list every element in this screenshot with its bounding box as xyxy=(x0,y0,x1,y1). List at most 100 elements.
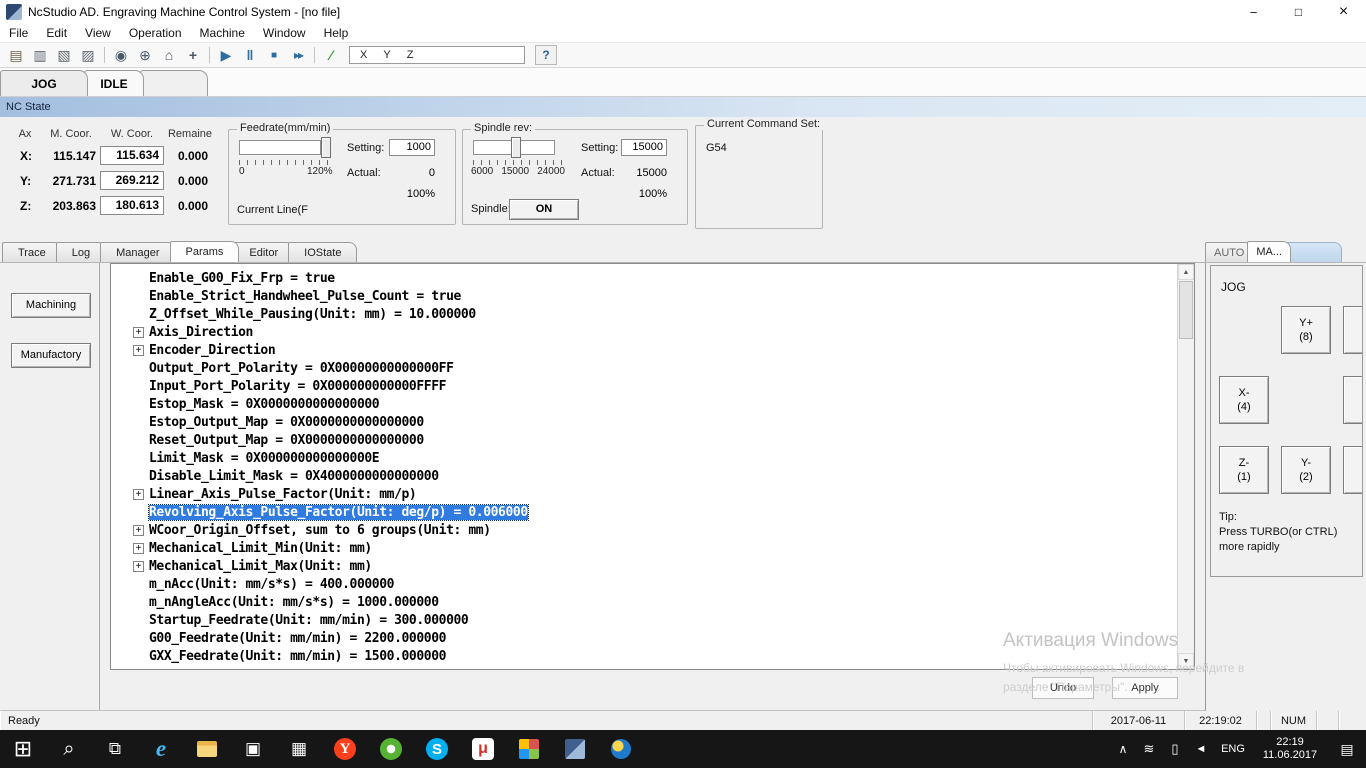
taskbar-item[interactable]: Y xyxy=(322,730,368,768)
panel-tab[interactable]: Trace xyxy=(2,242,62,262)
handwheel-icon[interactable]: ◉ xyxy=(109,44,133,66)
action-center-icon[interactable]: ▤ xyxy=(1328,730,1366,768)
panel-tab[interactable]: IOState xyxy=(288,242,358,262)
feedrate-slider-track[interactable] xyxy=(239,140,321,155)
param-row[interactable]: Linear_Axis_Pulse_Factor(Unit: mm/p) xyxy=(111,485,1194,503)
expand-plus-icon[interactable] xyxy=(133,344,144,356)
feedrate-setting-input[interactable]: 1000 xyxy=(389,139,435,156)
param-row[interactable]: Reset_Output_Map = 0X0000000000000000 xyxy=(111,431,1194,449)
undo-button[interactable]: Undo xyxy=(1032,677,1094,699)
taskbar-item[interactable]: ⌕ xyxy=(46,730,92,768)
taskbar-item[interactable] xyxy=(598,730,644,768)
scroll-down-icon[interactable] xyxy=(1178,653,1194,669)
origin-icon[interactable]: ⊕ xyxy=(133,44,157,66)
jog-x-minus-button[interactable]: X- (4) xyxy=(1219,376,1269,424)
jog-clipped-button[interactable] xyxy=(1343,446,1362,494)
open-file-icon[interactable]: ▤ xyxy=(4,44,28,66)
tab-jog-mode[interactable]: JOG xyxy=(0,70,88,96)
menu-item[interactable]: Window xyxy=(254,24,315,42)
panel-tab[interactable]: Params xyxy=(169,241,240,262)
maximize-button[interactable] xyxy=(1276,0,1321,24)
taskbar-item[interactable]: e xyxy=(138,730,184,768)
expand-plus-icon[interactable] xyxy=(133,560,144,572)
tab-auto[interactable]: AUTO xyxy=(1205,242,1254,262)
param-row[interactable]: Revolving_Axis_Pulse_Factor(Unit: deg/p)… xyxy=(111,503,1194,521)
taskbar-item[interactable] xyxy=(552,730,598,768)
param-row[interactable]: Estop_Output_Map = 0X0000000000000000 xyxy=(111,413,1194,431)
slash-icon[interactable]: ∕ xyxy=(319,44,343,66)
jog-clipped-button[interactable] xyxy=(1343,306,1362,354)
menu-item[interactable]: Machine xyxy=(191,24,254,42)
panel-tab[interactable]: Manager xyxy=(100,242,176,262)
spindle-slider-thumb[interactable] xyxy=(511,137,521,158)
jog-y-plus-button[interactable]: Y+ (8) xyxy=(1281,306,1331,354)
work-coordinate-box[interactable]: 269.212 xyxy=(100,171,164,190)
jog-y-minus-button[interactable]: Y- (2) xyxy=(1281,446,1331,494)
minimize-button[interactable] xyxy=(1231,0,1276,24)
spindle-setting-input[interactable]: 15000 xyxy=(621,139,667,156)
taskbar-item[interactable]: S xyxy=(414,730,460,768)
param-row[interactable]: Enable_Strict_Handwheel_Pulse_Count = tr… xyxy=(111,287,1194,305)
taskbar-item[interactable]: ▦ xyxy=(276,730,322,768)
feedrate-slider-thumb[interactable] xyxy=(321,137,331,158)
tab-manual[interactable]: MA... xyxy=(1247,241,1292,262)
expand-plus-icon[interactable] xyxy=(133,326,144,338)
taskbar-item[interactable]: μ xyxy=(460,730,506,768)
work-coordinate-box[interactable]: 115.634 xyxy=(100,146,164,165)
expand-plus-icon[interactable] xyxy=(133,542,144,554)
jog-clipped-button[interactable] xyxy=(1343,376,1362,424)
taskbar-item[interactable]: ⊞ xyxy=(0,730,46,768)
scroll-up-icon[interactable] xyxy=(1178,264,1194,280)
language-indicator[interactable]: ENG xyxy=(1214,743,1252,755)
param-row[interactable]: m_nAngleAcc(Unit: mm/s*s) = 1000.000000 xyxy=(111,593,1194,611)
param-row[interactable]: Z_Offset_While_Pausing(Unit: mm) = 10.00… xyxy=(111,305,1194,323)
stop-button[interactable]: ■ xyxy=(262,44,286,66)
jog-z-minus-button[interactable]: Z- (1) xyxy=(1219,446,1269,494)
tray-item[interactable]: ◄ xyxy=(1188,730,1214,768)
menu-item[interactable]: View xyxy=(76,24,120,42)
menu-item[interactable]: Edit xyxy=(37,24,76,42)
taskbar-item[interactable] xyxy=(184,730,230,768)
param-row[interactable]: Input_Port_Polarity = 0X000000000000FFFF xyxy=(111,377,1194,395)
work-coordinate-box[interactable]: 180.613 xyxy=(100,196,164,215)
help-button[interactable]: ? xyxy=(535,45,557,65)
param-row[interactable]: WCoor_Origin_Offset, sum to 6 groups(Uni… xyxy=(111,521,1194,539)
param-row[interactable]: Limit_Mask = 0X000000000000000E xyxy=(111,449,1194,467)
taskbar-item[interactable] xyxy=(506,730,552,768)
tray-item[interactable]: ∧ xyxy=(1110,730,1136,768)
menu-item[interactable]: Operation xyxy=(120,24,191,42)
param-row[interactable]: Encoder_Direction xyxy=(111,341,1194,359)
param-row[interactable]: Mechanical_Limit_Max(Unit: mm) xyxy=(111,557,1194,575)
param-row[interactable]: m_nAcc(Unit: mm/s*s) = 400.000000 xyxy=(111,575,1194,593)
param-row[interactable]: Startup_Feedrate(Unit: mm/min) = 300.000… xyxy=(111,611,1194,629)
taskbar-item[interactable]: ▣ xyxy=(230,730,276,768)
param-row[interactable]: Axis_Direction xyxy=(111,323,1194,341)
tray-item[interactable]: ≋ xyxy=(1136,730,1162,768)
menu-item[interactable]: File xyxy=(0,24,37,42)
start-button[interactable]: ▶ xyxy=(214,44,238,66)
scrollbar-thumb[interactable] xyxy=(1179,281,1193,339)
close-button[interactable] xyxy=(1321,0,1366,24)
params-scrollbar[interactable] xyxy=(1177,264,1194,669)
menu-item[interactable]: Help xyxy=(315,24,358,42)
expand-plus-icon[interactable] xyxy=(133,488,144,500)
screen-icon[interactable]: ▨ xyxy=(76,44,100,66)
machining-button[interactable]: Machining xyxy=(11,293,91,318)
param-row[interactable]: Estop_Mask = 0X0000000000000000 xyxy=(111,395,1194,413)
taskbar-item[interactable] xyxy=(368,730,414,768)
panel-tab[interactable]: Log xyxy=(55,242,107,262)
home-icon[interactable]: ⌂ xyxy=(157,44,181,66)
pause-button[interactable]: ‖ xyxy=(238,44,262,66)
layout-icon[interactable]: ▧ xyxy=(52,44,76,66)
taskbar-clock[interactable]: 22:19 11.06.2017 xyxy=(1252,736,1328,762)
manufactory-button[interactable]: Manufactory xyxy=(11,343,91,368)
taskbar-item[interactable]: ⧉ xyxy=(92,730,138,768)
tray-item[interactable]: ▯ xyxy=(1162,730,1188,768)
apply-button[interactable]: Apply xyxy=(1112,677,1178,699)
param-row[interactable]: Enable_G00_Fix_Frp = true xyxy=(111,269,1194,287)
status-idle-tab[interactable]: IDLE xyxy=(84,70,144,96)
param-row[interactable]: G00_Feedrate(Unit: mm/min) = 2200.000000 xyxy=(111,629,1194,647)
param-row[interactable]: Mechanical_Limit_Min(Unit: mm) xyxy=(111,539,1194,557)
resume-button[interactable]: ▸▸ xyxy=(286,44,310,66)
param-row[interactable]: GXX_Feedrate(Unit: mm/min) = 1500.000000 xyxy=(111,647,1194,665)
